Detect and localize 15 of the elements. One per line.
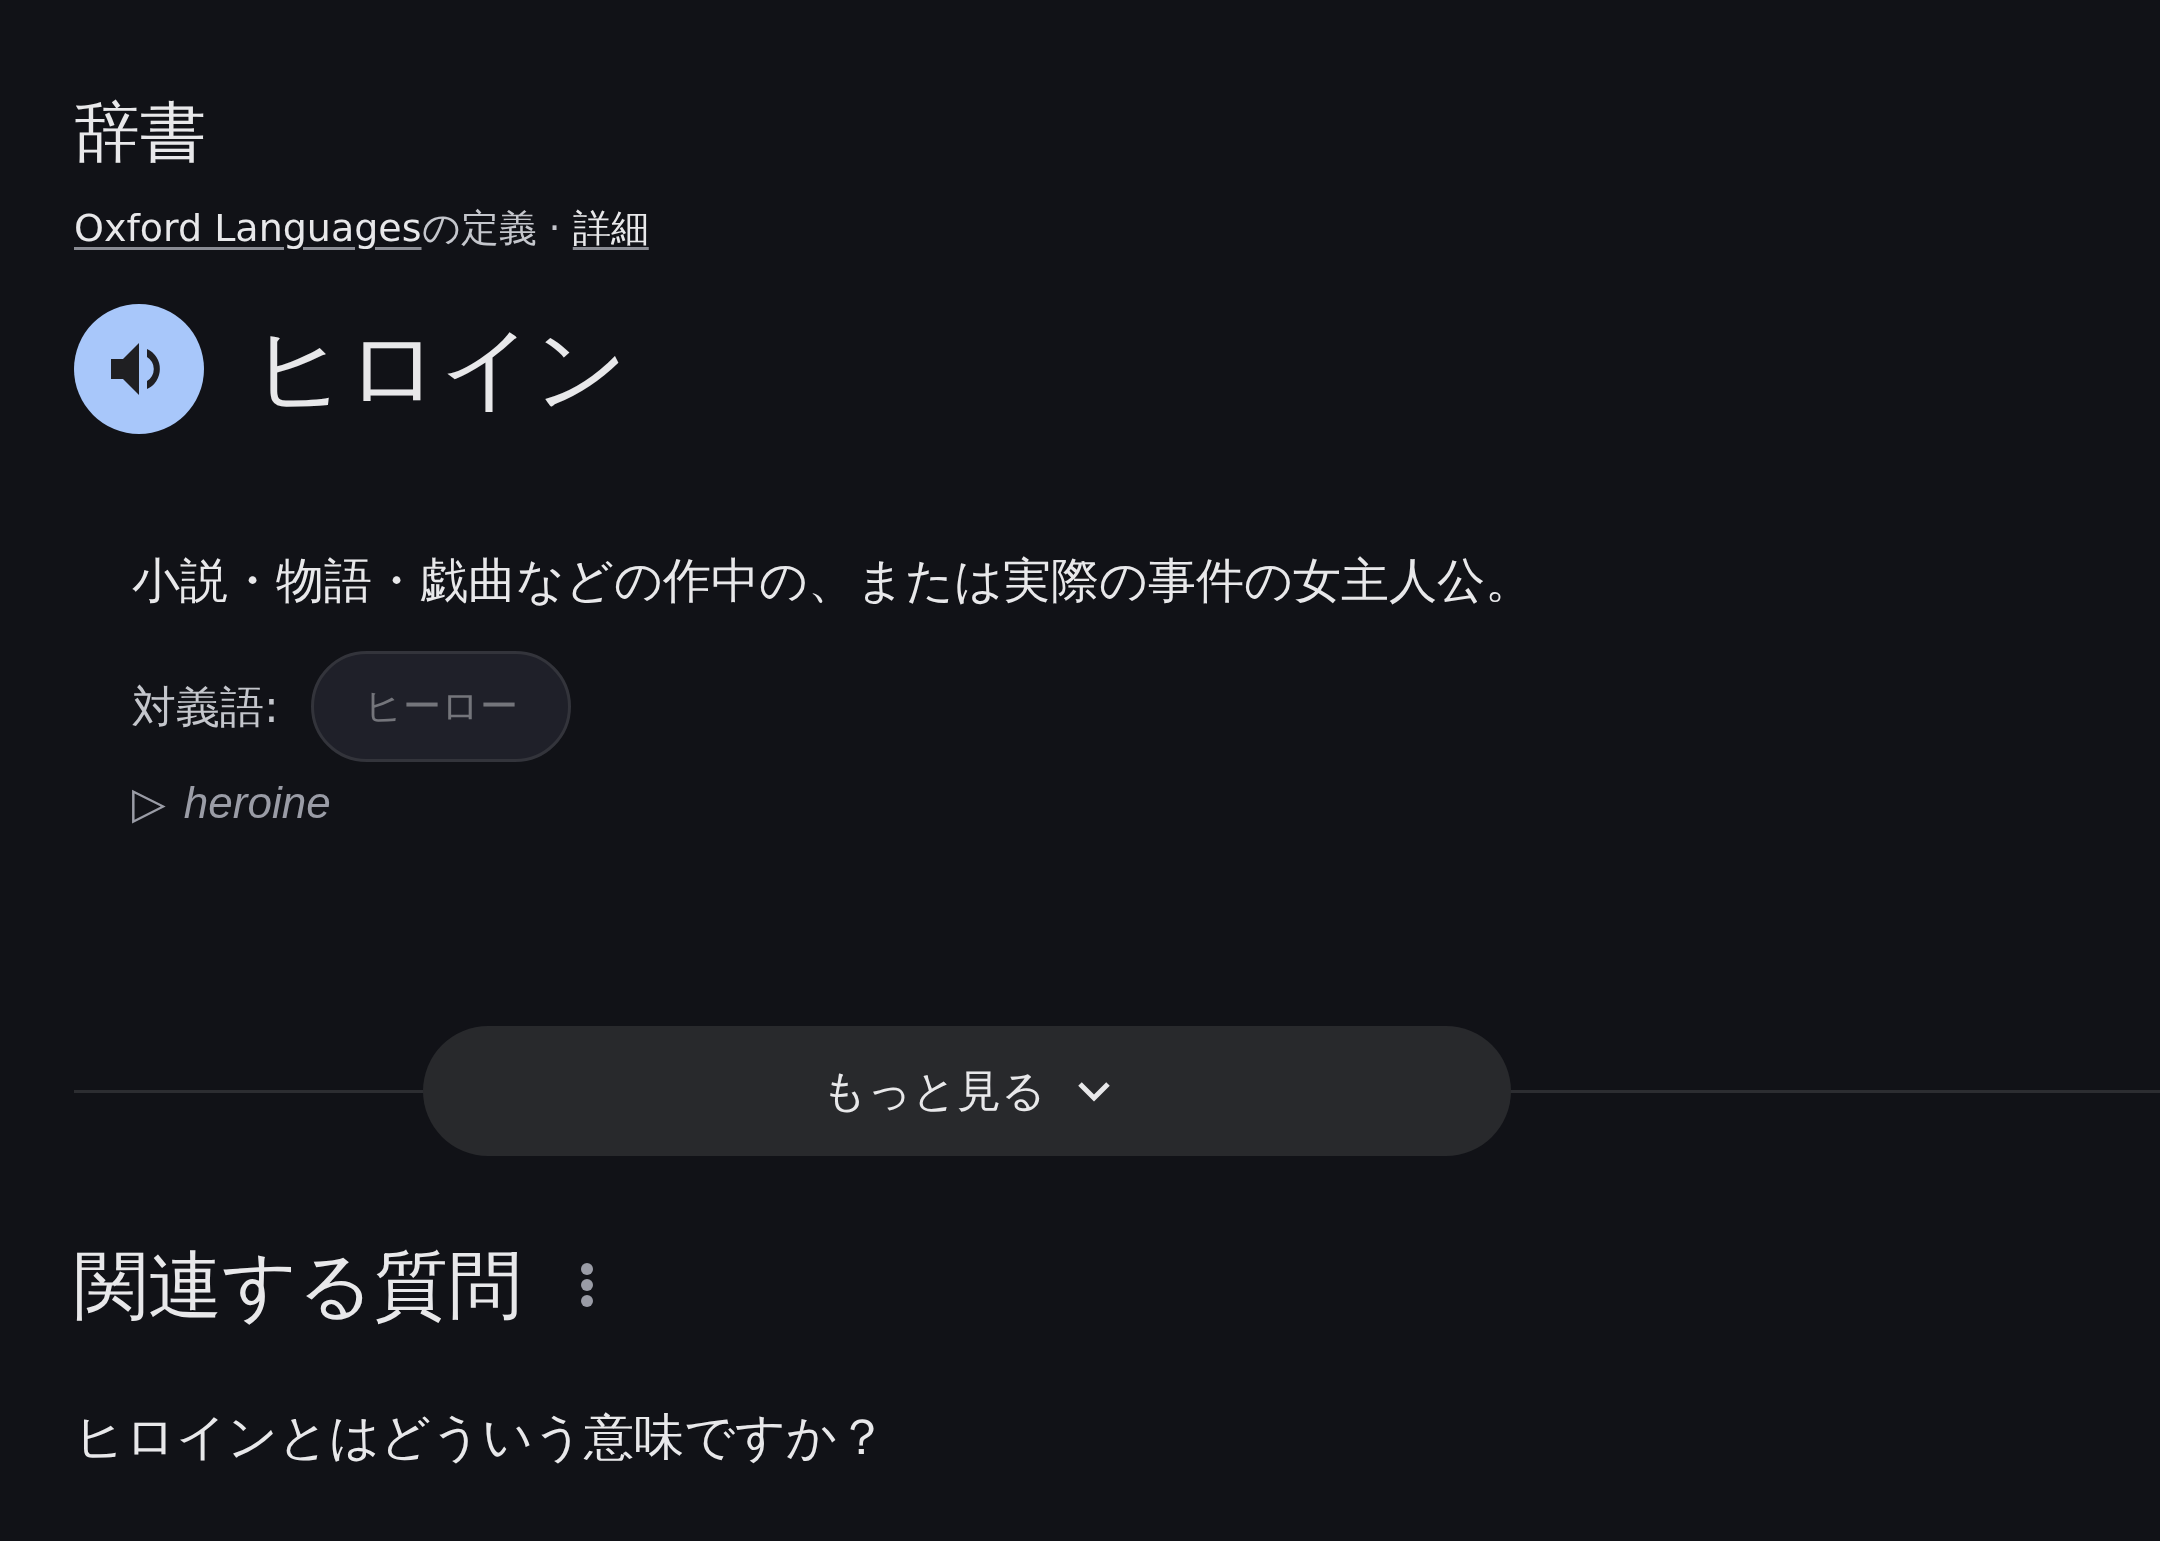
section-title: 辞書 (74, 100, 207, 166)
definition-text: 小説・物語・戯曲などの作中の、または実際の事件の女主人公。 (132, 551, 1534, 610)
question-item[interactable]: ヒロインとはどういう意味ですか？ (74, 1400, 2160, 1476)
source-line: Oxford Languagesの定義 · 詳細 (74, 206, 650, 252)
chevron-down-icon (1076, 1080, 1112, 1103)
antonym-chip[interactable]: ヒーロー (310, 651, 571, 763)
headword: ヒロイン (252, 322, 628, 415)
more-options-icon[interactable] (580, 1262, 594, 1309)
details-link[interactable]: 詳細 (572, 206, 649, 250)
more-button[interactable]: もっと見る (423, 1026, 1511, 1157)
origin-word: heroine (183, 777, 331, 830)
antonym-label: 対義語: (132, 679, 279, 734)
related-title: 関連する質問 (74, 1248, 522, 1323)
triangle-icon: ▷ (132, 770, 166, 837)
source-link[interactable]: Oxford Languages (74, 206, 422, 250)
